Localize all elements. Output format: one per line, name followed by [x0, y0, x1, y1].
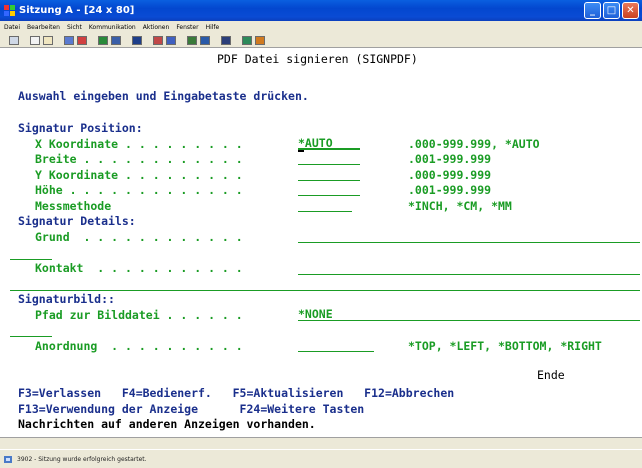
- hint-breite: .001-999.999: [408, 152, 492, 166]
- session-status-icon: [4, 455, 12, 463]
- pfad-field-continuation[interactable]: [10, 324, 52, 337]
- close-button[interactable]: ✕: [622, 2, 639, 19]
- section-signaturbild: Signaturbild::: [18, 292, 115, 306]
- app-icon: [4, 4, 16, 17]
- customize-icon[interactable]: [221, 35, 231, 45]
- color-icon[interactable]: [132, 35, 142, 45]
- menu-sicht[interactable]: Sicht: [67, 24, 82, 31]
- paste-icon[interactable]: [43, 35, 53, 45]
- session-icon[interactable]: [242, 35, 252, 45]
- label-y-koordinate: Y Koordinate . . . . . . . . .: [35, 168, 243, 182]
- label-hoehe: Höhe . . . . . . . . . . . . .: [35, 183, 243, 197]
- menu-aktionen[interactable]: Aktionen: [143, 24, 170, 31]
- anordnung-field[interactable]: [298, 339, 374, 352]
- record-macro-icon[interactable]: [153, 35, 163, 45]
- label-breite: Breite . . . . . . . . . . . .: [35, 152, 243, 166]
- menu-bar: Datei Bearbeiten Sicht Kommunikation Akt…: [0, 21, 642, 33]
- instruction-text: Auswahl eingeben und Eingabetaste drücke…: [18, 89, 309, 103]
- menu-fenster[interactable]: Fenster: [176, 24, 198, 31]
- hint-x-koordinate: .000-999.999, *AUTO: [408, 137, 540, 151]
- help-icon[interactable]: [200, 35, 210, 45]
- status-text: 3902 - Sitzung wurde erfolgreich gestart…: [17, 455, 147, 463]
- menu-hilfe[interactable]: Hilfe: [206, 24, 220, 31]
- keyboard-icon[interactable]: [111, 35, 121, 45]
- minimize-button[interactable]: _: [584, 2, 601, 19]
- hint-y-koordinate: .000-999.999: [408, 168, 492, 182]
- section-signatur-details: Signatur Details:: [18, 214, 136, 228]
- function-keys-row-2[interactable]: F13=Verwendung der Anzeige F24=Weitere T…: [18, 403, 364, 416]
- copy-icon[interactable]: [30, 35, 40, 45]
- menu-datei[interactable]: Datei: [4, 24, 20, 31]
- kontakt-field[interactable]: [298, 262, 640, 275]
- kontakt-field-continuation[interactable]: [10, 278, 640, 291]
- label-messmethode: Messmethode: [35, 199, 112, 213]
- label-grund: Grund . . . . . . . . . . . .: [35, 230, 243, 244]
- message-line: Nachrichten auf anderen Anzeigen vorhand…: [18, 417, 316, 431]
- x-koordinate-field[interactable]: *AUTO: [298, 137, 360, 150]
- send-icon[interactable]: [64, 35, 74, 45]
- screen-title: PDF Datei signieren (SIGNPDF): [217, 52, 418, 66]
- label-x-koordinate: X Koordinate . . . . . . . . .: [35, 137, 243, 151]
- display-icon[interactable]: [98, 35, 108, 45]
- menu-bearbeiten[interactable]: Bearbeiten: [27, 24, 60, 31]
- grund-field-continuation[interactable]: [10, 247, 52, 260]
- messmethode-field[interactable]: [298, 199, 352, 212]
- hint-anordnung: *TOP, *LEFT, *BOTTOM, *RIGHT: [408, 339, 602, 353]
- breite-field[interactable]: [298, 152, 360, 165]
- stop-macro-icon[interactable]: [187, 35, 197, 45]
- receive-icon[interactable]: [77, 35, 87, 45]
- maximize-button[interactable]: □: [603, 2, 620, 19]
- print-screen-icon[interactable]: [9, 35, 19, 45]
- y-koordinate-field[interactable]: [298, 168, 360, 181]
- label-anordnung: Anordnung . . . . . . . . . .: [35, 339, 243, 353]
- function-keys-row-1[interactable]: F3=Verlassen F4=Bedienerf. F5=Aktualisie…: [18, 387, 454, 400]
- edit-icon[interactable]: [255, 35, 265, 45]
- label-kontakt: Kontakt . . . . . . . . . . .: [35, 261, 243, 275]
- window-title: Sitzung A - [24 x 80]: [19, 5, 135, 16]
- play-macro-icon[interactable]: [166, 35, 176, 45]
- grund-field[interactable]: [298, 230, 640, 243]
- status-bar: 3902 - Sitzung wurde erfolgreich gestart…: [0, 449, 642, 468]
- toolbar: [0, 33, 642, 47]
- pfad-bilddatei-field[interactable]: *NONE: [298, 308, 640, 321]
- terminal-screen[interactable]: PDF Datei signieren (SIGNPDF) Auswahl ei…: [0, 47, 642, 438]
- label-pfad-bilddatei: Pfad zur Bilddatei . . . . . .: [35, 308, 243, 322]
- title-bar[interactable]: Sitzung A - [24 x 80] _ □ ✕: [0, 0, 642, 21]
- menu-kommunikation[interactable]: Kommunikation: [89, 24, 136, 31]
- end-marker: Ende: [537, 368, 565, 382]
- section-signatur-position: Signatur Position:: [18, 121, 143, 135]
- hoehe-field[interactable]: [298, 183, 360, 196]
- hint-hoehe: .001-999.999: [408, 183, 492, 197]
- hint-messmethode: *INCH, *CM, *MM: [408, 199, 512, 213]
- operator-information-area: [0, 438, 642, 449]
